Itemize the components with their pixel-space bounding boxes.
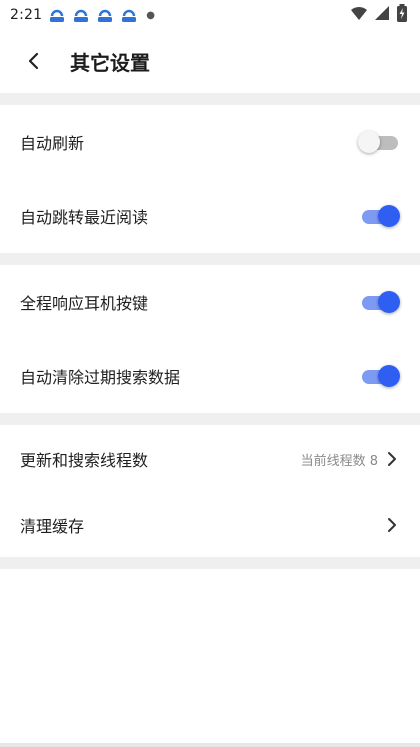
- auto-refresh-toggle[interactable]: [358, 130, 400, 154]
- auto-jump-recent-read-label: 自动跳转最近阅读: [20, 208, 149, 227]
- status-left: 2:21 ●: [10, 6, 155, 24]
- auto-refresh-label: 自动刷新: [20, 134, 85, 153]
- section-divider: [0, 413, 420, 425]
- settings-group-3: 更新和搜索线程数 当前线程数 8 清理缓存: [0, 425, 420, 557]
- chevron-left-icon: [28, 52, 39, 70]
- toggle-thumb: [358, 131, 380, 153]
- status-bar: 2:21 ●: [0, 0, 420, 30]
- thread-count-label: 更新和搜索线程数: [20, 451, 149, 470]
- headset-buttons-row[interactable]: 全程响应耳机按键: [0, 265, 420, 339]
- signal-icon: [374, 5, 390, 25]
- back-button[interactable]: [12, 39, 56, 83]
- more-notifications-dot: ●: [146, 9, 155, 21]
- headset-buttons-toggle[interactable]: [360, 290, 400, 314]
- bottom-edge: [0, 743, 420, 747]
- toggle-thumb: [378, 291, 400, 313]
- settings-group-1: 自动刷新 自动跳转最近阅读: [0, 105, 420, 253]
- battery-charging-icon: [396, 4, 408, 26]
- settings-list: 自动刷新 自动跳转最近阅读 全程响应耳机按键 自动清除过期搜索数据 更新和搜索线…: [0, 93, 420, 569]
- page-title: 其它设置: [70, 50, 150, 75]
- clear-expired-search-row[interactable]: 自动清除过期搜索数据: [0, 339, 420, 413]
- headset-buttons-label: 全程响应耳机按键: [20, 294, 149, 313]
- status-right: [350, 4, 408, 26]
- chevron-right-icon: [384, 451, 400, 467]
- app-notification-icon: [72, 6, 90, 24]
- app-notification-icon: [48, 6, 66, 24]
- toggle-thumb: [378, 365, 400, 387]
- chevron-right-icon: [384, 517, 400, 533]
- status-time: 2:21: [10, 7, 43, 23]
- thread-count-right: 当前线程数 8: [301, 450, 400, 469]
- auto-jump-recent-read-row[interactable]: 自动跳转最近阅读: [0, 179, 420, 253]
- clear-cache-row[interactable]: 清理缓存: [0, 493, 420, 557]
- settings-group-2: 全程响应耳机按键 自动清除过期搜索数据: [0, 265, 420, 413]
- clear-expired-search-label: 自动清除过期搜索数据: [20, 368, 181, 387]
- section-divider: [0, 253, 420, 265]
- wifi-icon: [350, 5, 368, 25]
- section-divider: [0, 557, 420, 569]
- clear-cache-label: 清理缓存: [20, 517, 85, 536]
- toggle-thumb: [378, 205, 400, 227]
- section-divider: [0, 93, 420, 105]
- auto-jump-recent-read-toggle[interactable]: [360, 204, 400, 228]
- app-notification-icon: [120, 6, 138, 24]
- app-bar: 其它设置: [0, 30, 420, 92]
- thread-count-value: 当前线程数 8: [300, 453, 378, 469]
- thread-count-row[interactable]: 更新和搜索线程数 当前线程数 8: [0, 425, 420, 493]
- auto-refresh-row[interactable]: 自动刷新: [0, 105, 420, 179]
- app-notification-icon: [96, 6, 114, 24]
- clear-expired-search-toggle[interactable]: [360, 364, 400, 388]
